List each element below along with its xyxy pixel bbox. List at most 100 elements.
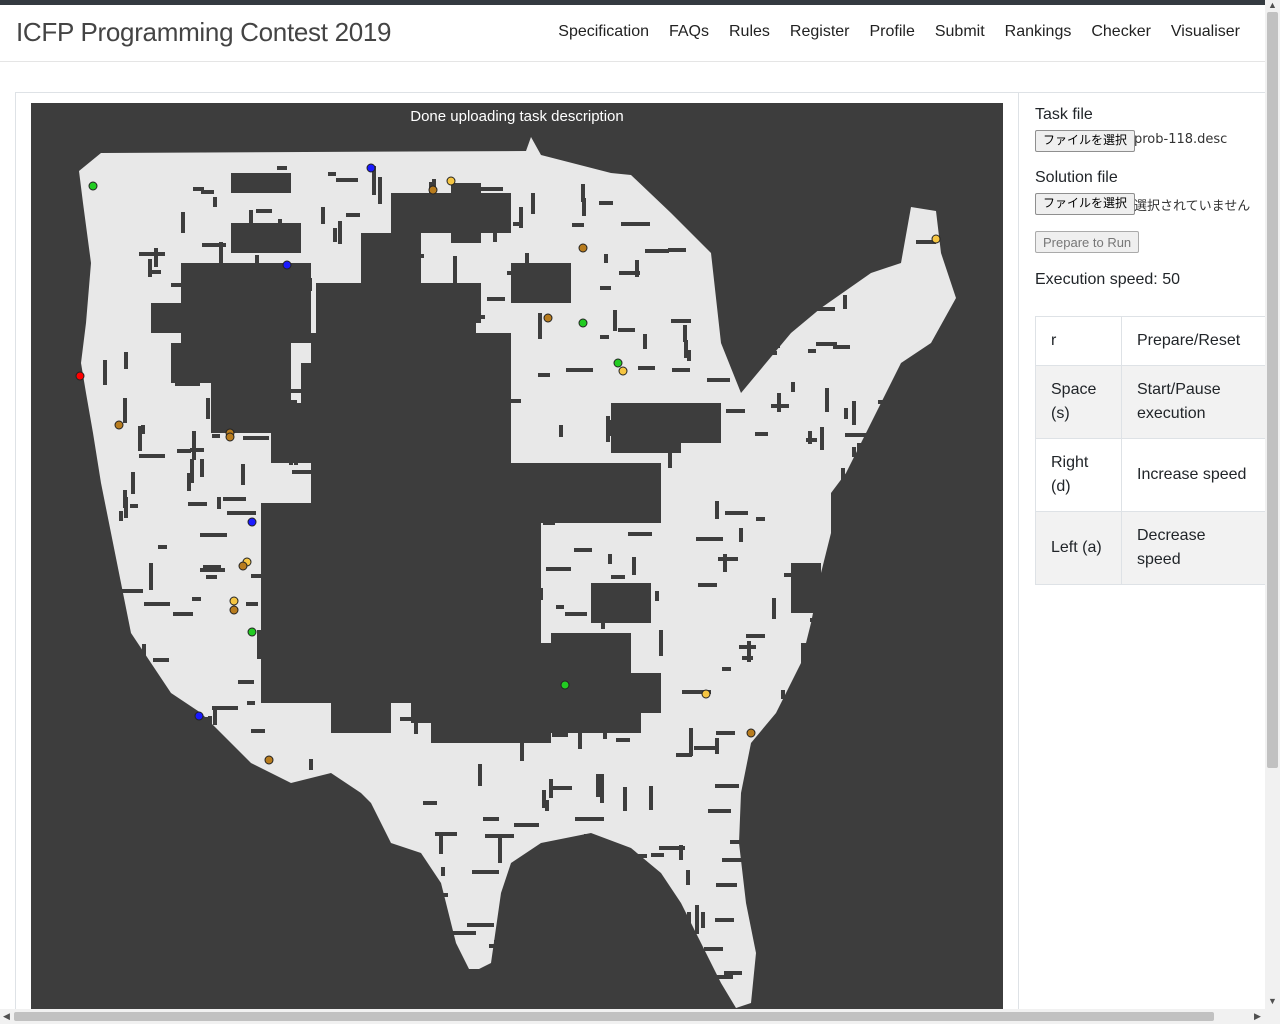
wall-fragment bbox=[155, 715, 159, 733]
wall-fragment bbox=[797, 961, 801, 971]
booster-marker bbox=[746, 728, 756, 738]
wall-fragment bbox=[916, 526, 920, 542]
wall-fragment bbox=[200, 816, 204, 826]
prepare-run-button[interactable]: Prepare to Run bbox=[1035, 231, 1140, 253]
nav-profile[interactable]: Profile bbox=[859, 23, 924, 41]
wall-fragment bbox=[187, 473, 191, 491]
wall-fragment bbox=[624, 886, 628, 906]
wall-fragment bbox=[689, 728, 693, 756]
wall-fragment bbox=[328, 172, 336, 176]
wall-fragment bbox=[101, 851, 129, 855]
wall-fragment bbox=[840, 189, 854, 193]
scroll-up-arrow-icon[interactable]: ▲ bbox=[1268, 0, 1277, 10]
horizontal-scroll-thumb[interactable] bbox=[14, 1012, 1214, 1021]
wall-fragment bbox=[551, 881, 555, 909]
obstacle bbox=[231, 173, 291, 193]
nav-submit[interactable]: Submit bbox=[925, 23, 995, 41]
table-row: r Prepare/Reset bbox=[1035, 316, 1266, 366]
wall-fragment bbox=[828, 635, 832, 650]
wall-fragment bbox=[679, 845, 683, 860]
obstacle bbox=[671, 403, 721, 443]
solution-file-button[interactable]: ファイルを選択 bbox=[1035, 193, 1136, 215]
booster-marker bbox=[264, 755, 274, 765]
wall-fragment bbox=[649, 786, 653, 810]
wall-fragment bbox=[460, 294, 464, 322]
wall-fragment bbox=[825, 388, 829, 412]
wall-fragment bbox=[310, 974, 314, 985]
scroll-down-arrow-icon[interactable]: ▼ bbox=[1268, 996, 1277, 1006]
wall-fragment bbox=[423, 801, 437, 805]
wall-fragment bbox=[780, 283, 784, 302]
booster-marker bbox=[88, 181, 98, 191]
scroll-right-arrow-icon[interactable]: ▶ bbox=[1254, 1011, 1261, 1022]
wall-fragment bbox=[294, 441, 298, 465]
wall-fragment bbox=[255, 255, 259, 279]
wall-fragment bbox=[795, 802, 799, 830]
wall-fragment bbox=[671, 319, 691, 323]
wall-fragment bbox=[322, 447, 326, 474]
wall-fragment bbox=[838, 815, 842, 827]
wall-fragment bbox=[362, 570, 374, 574]
wall-fragment bbox=[467, 923, 494, 927]
wall-fragment bbox=[276, 414, 280, 432]
scroll-left-arrow-icon[interactable]: ◀ bbox=[3, 1011, 10, 1022]
wall-fragment bbox=[270, 785, 291, 789]
wall-fragment bbox=[489, 495, 500, 499]
wall-fragment bbox=[367, 859, 371, 885]
wall-fragment bbox=[668, 450, 672, 468]
wall-fragment bbox=[623, 787, 627, 811]
wall-fragment bbox=[200, 533, 227, 537]
wall-fragment bbox=[756, 280, 760, 291]
wall-fragment bbox=[604, 254, 608, 263]
wall-fragment bbox=[543, 521, 555, 525]
wall-fragment bbox=[308, 278, 312, 291]
wall-fragment bbox=[600, 929, 621, 933]
map-canvas[interactable]: Done uploading task description bbox=[31, 103, 1003, 1009]
wall-fragment bbox=[505, 491, 531, 495]
nav-rules[interactable]: Rules bbox=[719, 23, 780, 41]
wall-fragment bbox=[834, 515, 844, 519]
wall-fragment bbox=[194, 367, 198, 381]
wall-fragment bbox=[297, 264, 301, 282]
booster-marker bbox=[247, 517, 257, 527]
nav-rankings[interactable]: Rankings bbox=[995, 23, 1082, 41]
wall-fragment bbox=[643, 334, 647, 349]
vertical-scroll-thumb[interactable] bbox=[1267, 12, 1278, 768]
nav-menu: Specification FAQs Rules Register Profil… bbox=[548, 23, 1250, 41]
horizontal-scrollbar[interactable]: ◀ ▶ bbox=[0, 1009, 1265, 1024]
wall-fragment bbox=[455, 595, 459, 608]
key-cell: Left (a) bbox=[1035, 511, 1122, 585]
wall-fragment bbox=[190, 448, 204, 452]
wall-fragment bbox=[213, 197, 217, 207]
solution-file-name: 選択されていません bbox=[1134, 199, 1251, 214]
wall-fragment bbox=[154, 248, 158, 267]
wall-fragment bbox=[114, 861, 118, 877]
wall-fragment bbox=[278, 657, 297, 661]
wall-fragment bbox=[164, 866, 168, 880]
site-title[interactable]: ICFP Programming Contest 2019 bbox=[16, 17, 392, 48]
wall-fragment bbox=[573, 881, 577, 903]
vertical-scrollbar[interactable]: ▲ ▼ bbox=[1265, 0, 1280, 1024]
wall-fragment bbox=[227, 511, 256, 515]
wall-fragment bbox=[453, 256, 457, 284]
nav-faqs[interactable]: FAQs bbox=[659, 23, 719, 41]
wall-fragment bbox=[722, 667, 731, 671]
wall-fragment bbox=[403, 431, 407, 442]
nav-specification[interactable]: Specification bbox=[548, 23, 659, 41]
nav-checker[interactable]: Checker bbox=[1081, 23, 1161, 41]
nav-visualiser[interactable]: Visualiser bbox=[1161, 23, 1250, 41]
wall-fragment bbox=[276, 877, 280, 903]
wall-fragment bbox=[659, 630, 663, 656]
nav-register[interactable]: Register bbox=[780, 23, 860, 41]
task-file-button[interactable]: ファイルを選択 bbox=[1035, 130, 1136, 152]
wall-fragment bbox=[135, 772, 139, 796]
wall-fragment bbox=[375, 368, 379, 380]
wall-fragment bbox=[295, 660, 299, 675]
wall-fragment bbox=[704, 947, 723, 951]
wall-fragment bbox=[847, 500, 857, 504]
wall-fragment bbox=[687, 912, 691, 927]
wall-fragment bbox=[572, 223, 584, 227]
wall-fragment bbox=[524, 274, 539, 278]
wall-fragment bbox=[546, 567, 571, 571]
wall-fragment bbox=[869, 605, 889, 609]
